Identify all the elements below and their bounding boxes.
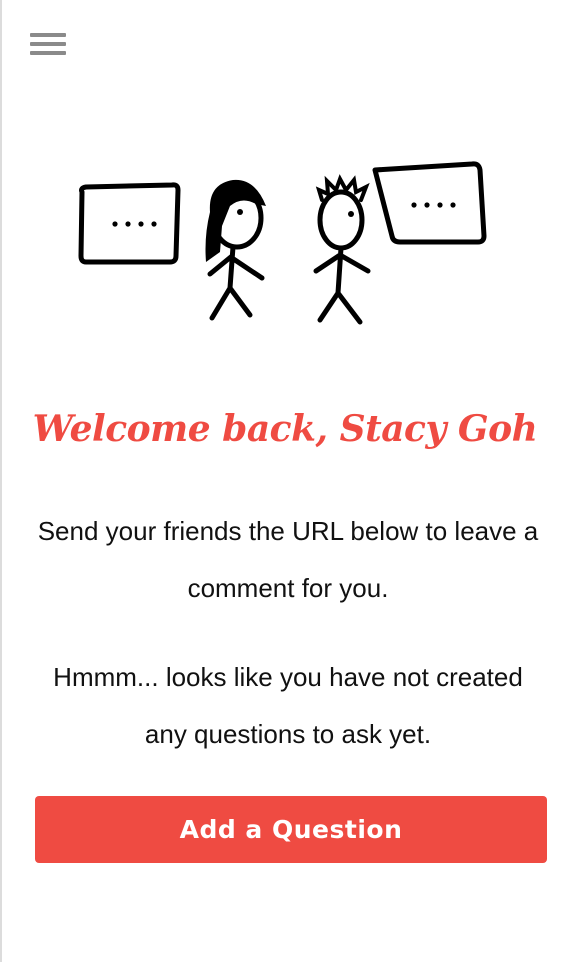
menu-bar-bottom <box>30 51 66 55</box>
stick-figures-illustration <box>78 161 487 325</box>
menu-bar-middle <box>30 42 66 46</box>
empty-state-message: Hmmm... looks like you have not created … <box>53 662 523 749</box>
welcome-title: Welcome back, Stacy Goh <box>32 408 538 450</box>
right-speech-bubble-icon <box>372 161 487 245</box>
menu-bar-top <box>30 33 66 37</box>
left-border <box>0 0 2 962</box>
add-question-button[interactable]: Add a Question <box>35 796 547 863</box>
girl-body <box>207 244 265 321</box>
boy-body <box>313 245 371 325</box>
share-instructions: Send your friends the URL below to leave… <box>37 516 539 603</box>
hamburger-menu-icon[interactable] <box>30 33 68 59</box>
boy-head <box>317 189 365 251</box>
girl-hair <box>205 179 266 262</box>
